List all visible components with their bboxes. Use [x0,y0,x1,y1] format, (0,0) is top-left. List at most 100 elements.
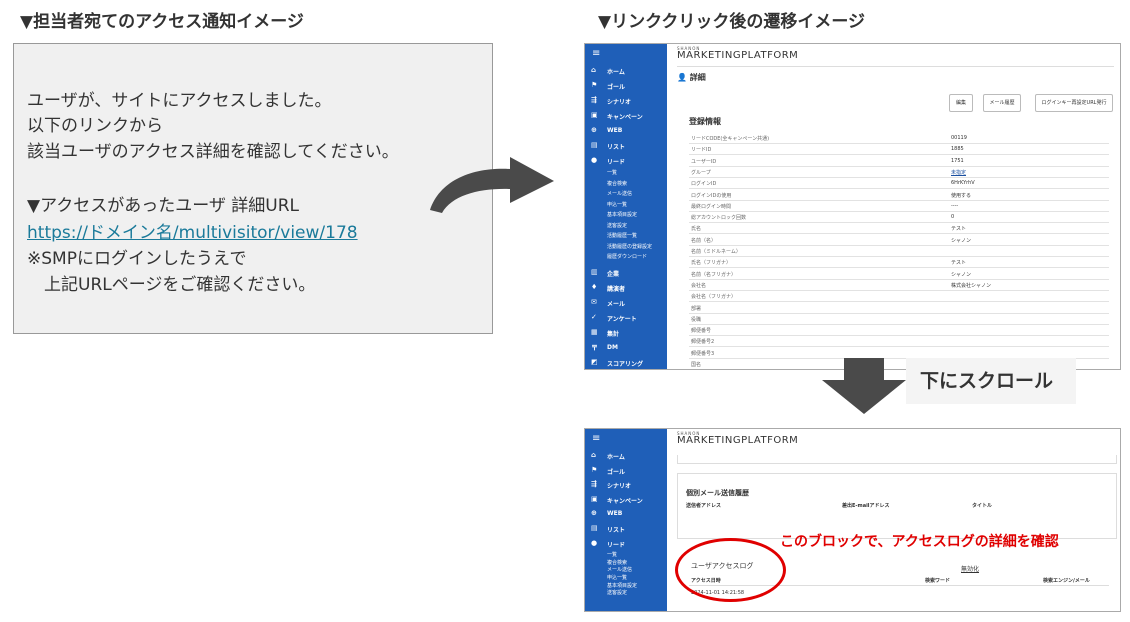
col-search-keyword: 検索ワード [925,578,951,584]
sidebar-item-5[interactable]: ▤ リスト [585,524,667,536]
col-sender-address: 送信者アドレス [686,503,722,509]
sidebar-subitem[interactable]: 基本項目設定 [607,582,637,589]
email-line-2: 以下のリンクから [27,116,163,136]
sidebar-item-icon: ✓ [591,312,597,321]
row-value: 1885 [951,146,964,153]
sidebar-item-label: リスト [607,144,626,151]
sidebar-subitem[interactable]: 複合検索 [607,559,627,566]
brand-logo-bottom: MARKETINGPLATFORM [677,435,799,446]
mail-history-button[interactable]: メール履歴 [983,94,1021,112]
sidebar-item-icon: ▣ [591,111,598,119]
detail-row: 部署 [689,303,1109,314]
sidebar-item-label: キャンペーン [607,114,643,121]
sidebar-item-label: WEB [607,510,623,518]
detail-row: 総アカウントロック回数 0 [689,212,1109,224]
sidebar-item-b1[interactable]: ♦ 講演者 [585,283,667,295]
detail-row: 郵便番号 [689,325,1109,337]
sidebar-item-label: キャンペーン [607,497,643,505]
row-value: 6HrKYrhV [951,180,975,187]
sidebar-subitem[interactable]: 複合検索 [607,180,627,187]
sidebar-subitem[interactable]: 一覧 [607,169,617,176]
transition-heading: ▼リンククリック後の遷移イメージ [598,12,866,32]
row-label: 最終ログイン時間 [691,203,732,210]
sidebar-item-icon: ⌂ [591,451,597,459]
sidebar-subitem[interactable]: 履歴ダウンロード [607,253,647,260]
sidebar-subitem[interactable]: 申込一覧 [607,201,627,208]
sidebar-subitem[interactable]: 活動履歴の登録設定 [607,243,652,250]
sidebar-item-icon: ⚑ [591,465,598,474]
sidebar-item-0[interactable]: ⌂ ホーム [585,451,667,463]
sidebar-item-0[interactable]: ⌂ ホーム [585,66,667,78]
sidebar-item-6[interactable]: ● リード [585,539,667,551]
sidebar-item-5[interactable]: ▤ リスト [585,141,667,153]
row-label: リードCODE(全キャンペーン共通) [691,136,770,142]
user-icon: 👤 [677,73,687,82]
sidebar-item-4[interactable]: ⊕ WEB [585,126,667,138]
sidebar-subitem[interactable]: 申込一覧 [607,574,627,581]
detail-row: リードCODE(全キャンペーン共通) 00119 [689,133,1109,144]
sidebar-subitem[interactable]: メール送信 [607,190,632,197]
sidebar-item-b6[interactable]: ◩ スコアリング [585,358,667,370]
edit-button[interactable]: 編集 [949,94,973,112]
sidebar-item-icon: ◩ [591,357,598,366]
sidebar-item-4[interactable]: ⊕ WEB [585,509,667,521]
sidebar-item-label: 企業 [607,270,620,278]
email-line-5: ※SMPにログインしたうえで [27,249,247,269]
sidebar-item-b0[interactable]: ▥ 企業 [585,268,667,280]
row-value: テスト [951,226,967,233]
detail-url-link[interactable]: https://ドメイン名/multivisitor/view/178 [27,218,358,243]
menu-icon[interactable]: ≡ [592,48,600,59]
sidebar-subitem[interactable]: 送客設定 [607,222,627,229]
row-value: シャノン [951,237,972,244]
col-search-engine: 検索エンジン/メール [1043,578,1090,584]
lead-detail-screenshot: ≡ ⌂ ホーム ⚑ ゴール ⇶ シナリオ ▣ キャンペーン ⊕ WEB ▤ リスト ● リード 一覧複合検索… [584,43,1121,370]
sidebar-subitem[interactable]: 活動履歴一覧 [607,232,637,239]
sidebar-item-icon: ● [591,156,598,164]
row-label: 氏名 [691,226,702,233]
sidebar-item-label: 集計 [607,330,620,338]
sidebar-subitem[interactable]: メール送信 [607,566,632,573]
email-line-4: ▼アクセスがあったユーザ 詳細URL [27,196,300,216]
sidebar: ≡ ⌂ ホーム ⚑ ゴール ⇶ シナリオ ▣ キャンペーン ⊕ WEB ▤ リスト ● リード 一覧複合検索… [585,44,667,369]
login-key-reset-button[interactable]: ログインキー再設定URL発行 [1035,94,1113,112]
sidebar-item-label: アンケート [607,315,637,323]
detail-row: 氏名（フリガナ） テスト [689,257,1109,269]
sidebar-item-b2[interactable]: ✉ メール [585,298,667,310]
sidebar-item-b5[interactable]: 〒 DM [585,343,667,355]
sidebar-subitem[interactable]: 送客設定 [607,589,627,596]
sidebar-item-b3[interactable]: ✓ アンケート [585,313,667,325]
disable-link[interactable]: 無効化 [961,564,979,573]
sidebar-subitem[interactable]: 基本項目設定 [607,211,637,218]
email-line-6: 上記URLページをご確認ください。 [44,275,316,295]
row-label: 郵便番号2 [691,339,715,346]
sidebar-item-icon: ⌂ [591,66,597,74]
row-label: 郵便番号 [691,328,712,335]
email-notification-box: ユーザが、サイトにアクセスしました。 以下のリンクから 該当ユーザのアクセス詳細… [13,43,493,334]
mail-history-title: 個別メール送信履歴 [686,489,749,497]
email-line-1: ユーザが、サイトにアクセスしました。 [27,91,332,111]
previous-panel-end [677,455,1117,464]
sidebar-subitem[interactable]: 一覧 [607,551,617,558]
highlight-ellipse [675,538,786,602]
sidebar-item-3[interactable]: ▣ キャンペーン [585,111,667,123]
menu-icon-bottom[interactable]: ≡ [592,433,600,444]
row-label: リードID [691,147,712,154]
sidebar-item-icon: ▦ [591,327,598,336]
sidebar-item-3[interactable]: ▣ キャンペーン [585,495,667,507]
sidebar-item-b4[interactable]: ▦ 集計 [585,328,667,340]
sidebar-item-2[interactable]: ⇶ シナリオ [585,96,667,108]
row-value: テスト [951,260,967,267]
row-value: 1751 [951,157,964,164]
row-value: 使用する [951,192,972,199]
sidebar-item-label: ホーム [607,454,625,461]
row-label: ユーザーID [691,158,717,165]
row-value[interactable]: 未指定 [951,169,966,176]
sidebar-item-2[interactable]: ⇶ シナリオ [585,480,667,492]
sidebar-item-1[interactable]: ⚑ ゴール [585,81,667,93]
down-arrow-icon [822,358,906,414]
sidebar-item-1[interactable]: ⚑ ゴール [585,466,667,478]
sidebar-item-label: ホーム [607,69,625,76]
row-value: 00119 [951,135,967,141]
sidebar-item-6[interactable]: ● リード [585,156,667,168]
row-label: 名前（名フリガナ） [691,271,737,278]
